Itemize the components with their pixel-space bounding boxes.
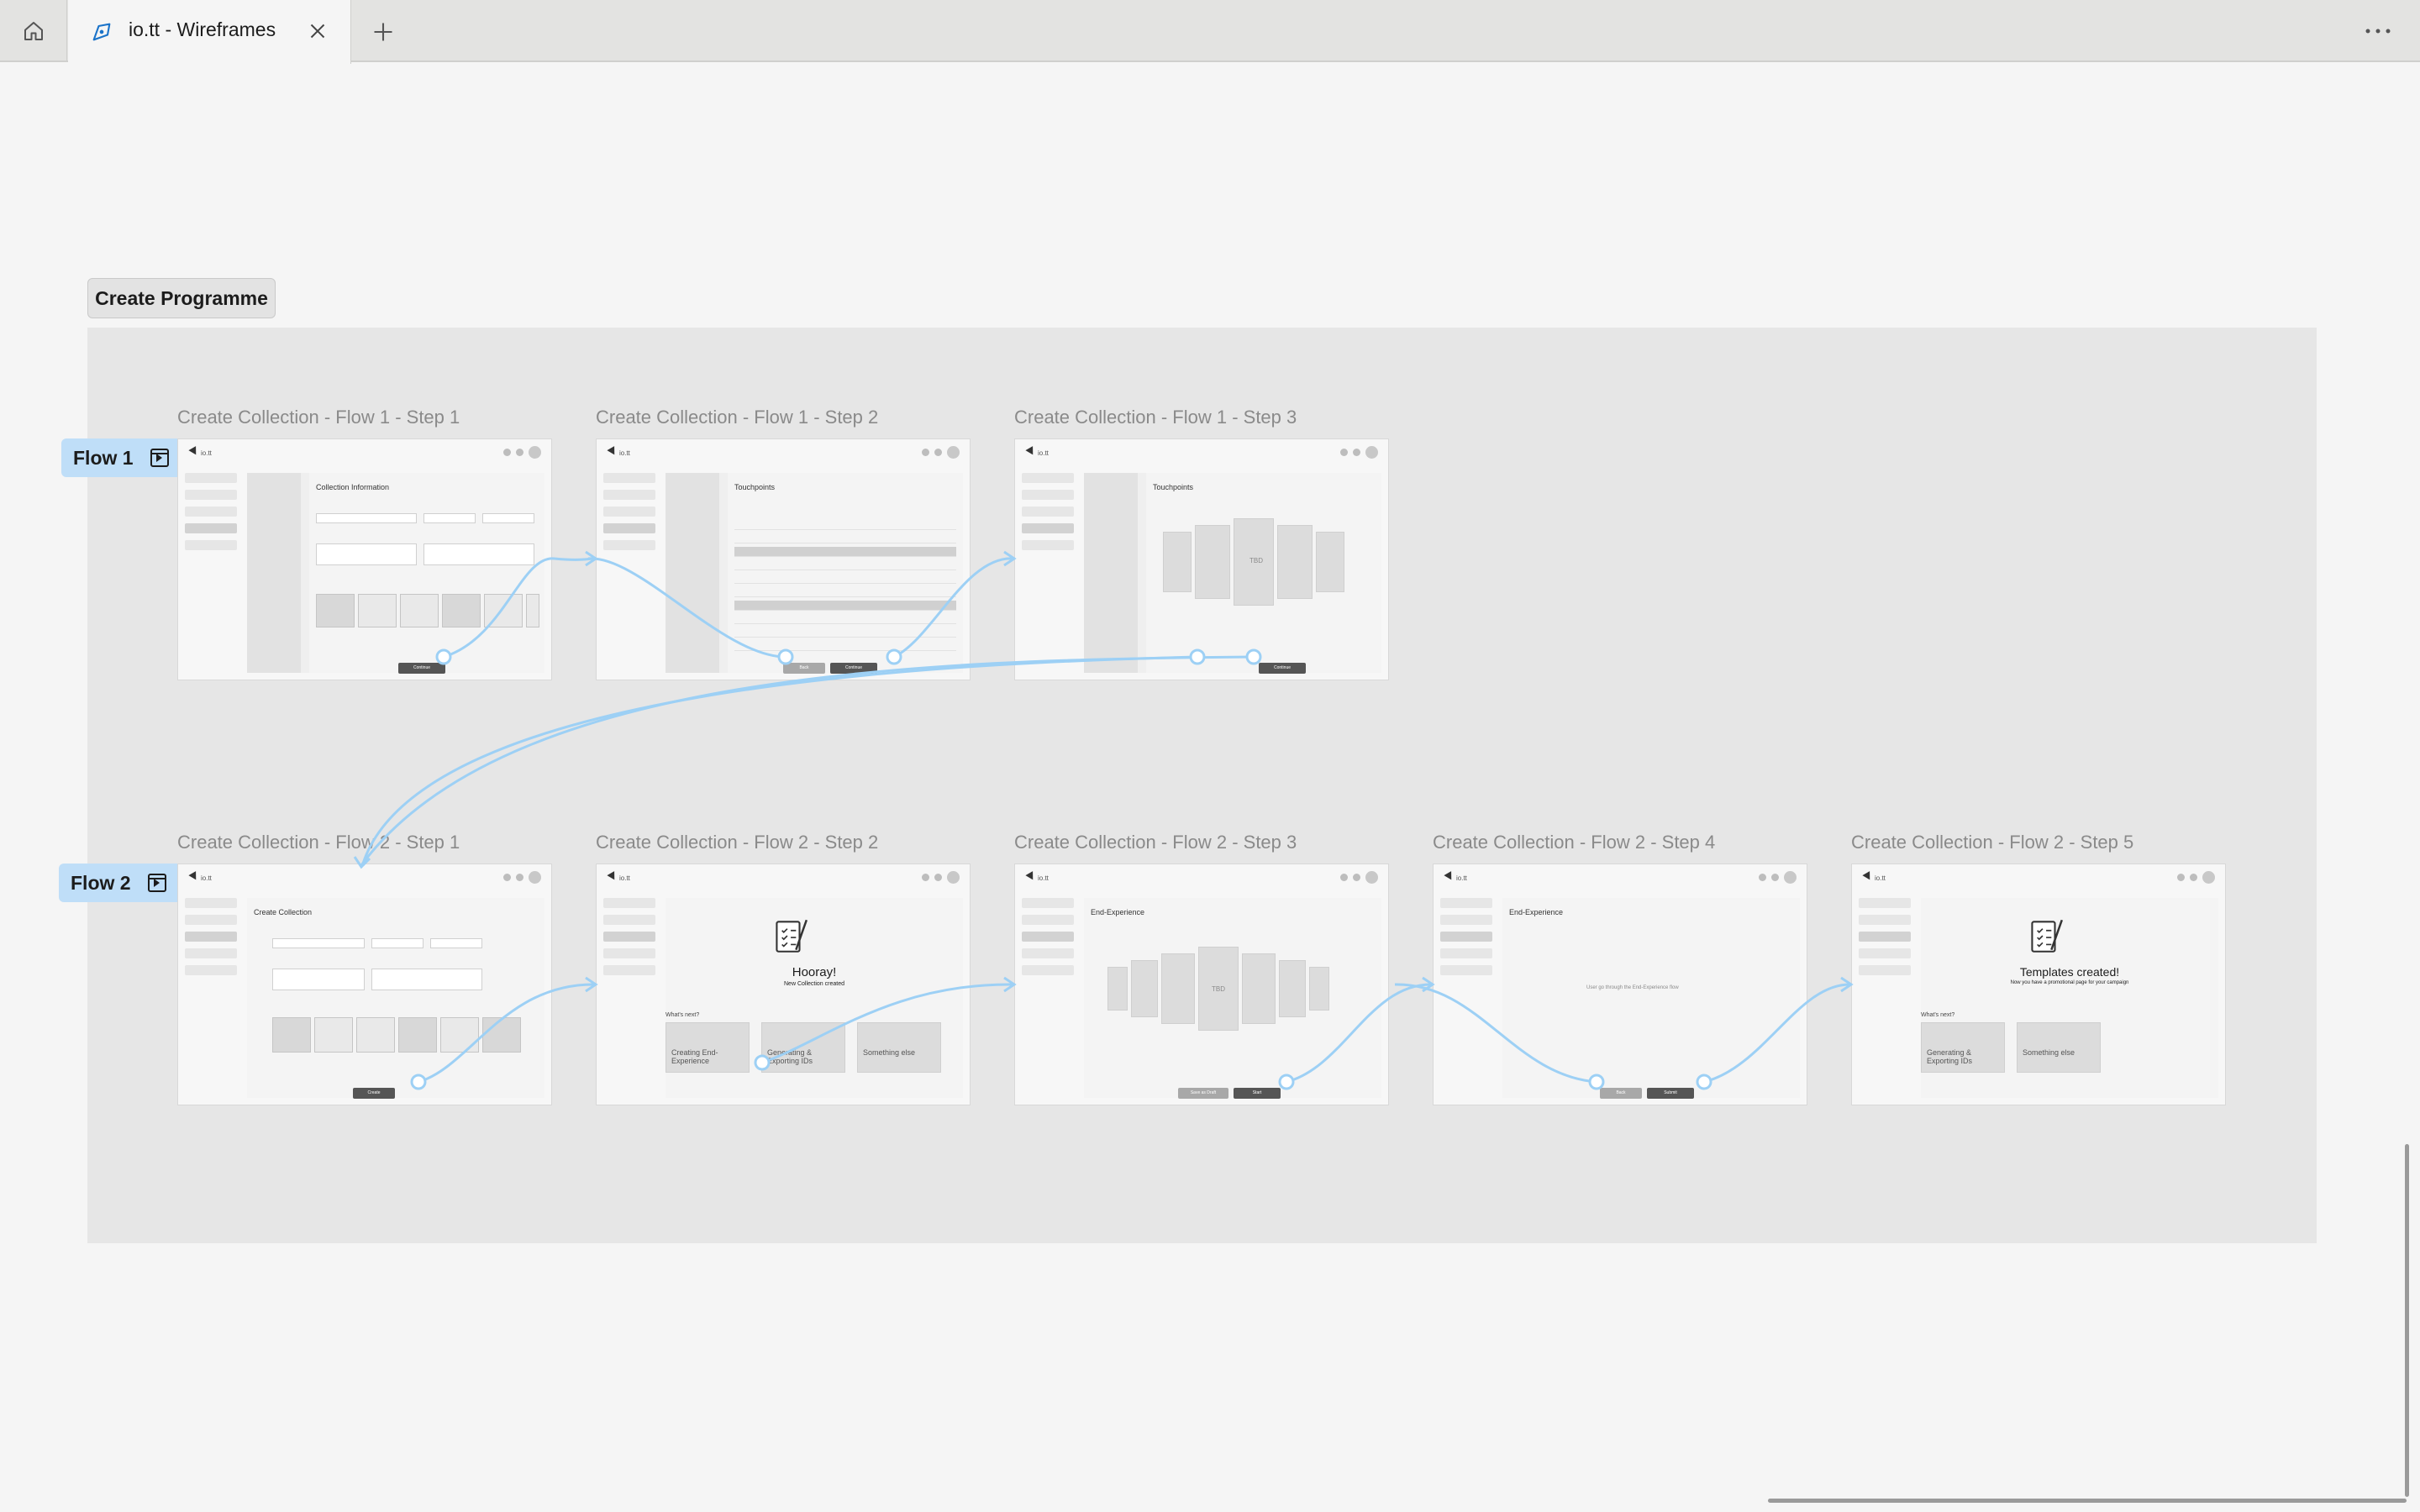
flow-tag-2[interactable]: Flow 2: [59, 864, 179, 902]
figma-pen-icon: [92, 23, 111, 41]
continue-button[interactable]: Continue: [830, 663, 877, 674]
wireframe-frame[interactable]: io.tt Hooray! New Collection created Wha…: [596, 864, 971, 1105]
frame-title[interactable]: Create Collection - Flow 2 - Step 1: [177, 832, 460, 853]
ellipsis-icon[interactable]: [2361, 18, 2395, 44]
start-button[interactable]: Start: [1234, 1088, 1281, 1099]
logo: io.tt: [1027, 873, 1049, 882]
wireframe-frame[interactable]: io.tt Touchpoints Back Continue: [596, 438, 971, 680]
next-card[interactable]: Something else: [2017, 1022, 2101, 1073]
frame-heading: Touchpoints: [734, 483, 776, 491]
wireframe-frame[interactable]: io.tt End-Experience TBD Save as Draft S…: [1014, 864, 1389, 1105]
logo: io.tt: [608, 448, 630, 457]
frame-title[interactable]: Create Collection - Flow 2 - Step 3: [1014, 832, 1297, 853]
tbd-label: TBD: [1212, 985, 1225, 993]
back-button[interactable]: Back: [1600, 1088, 1642, 1099]
wireframe-frame[interactable]: io.tt Collection Information Continue: [177, 438, 552, 680]
whats-next: What's next?: [1921, 1012, 1955, 1018]
close-icon[interactable]: [305, 18, 330, 44]
wireframe-frame[interactable]: io.tt End-Experience User go through the…: [1433, 864, 1807, 1105]
continue-button[interactable]: Continue: [1259, 663, 1306, 674]
frame-title[interactable]: Create Collection - Flow 1 - Step 2: [596, 407, 878, 428]
wireframe-frame[interactable]: io.tt Templates created! Now you have a …: [1851, 864, 2226, 1105]
frame-heading: End-Experience: [1091, 908, 1145, 916]
logo: io.tt: [1864, 873, 1886, 882]
create-button[interactable]: Create: [353, 1088, 395, 1099]
tab-label: io.tt - Wireframes: [129, 18, 276, 40]
flow-tag-label: Flow 1: [73, 446, 134, 469]
whats-next: What's next?: [666, 1012, 700, 1018]
next-card[interactable]: Something else: [857, 1022, 941, 1073]
home-icon: [24, 22, 43, 40]
wireframe-frame[interactable]: io.tt Touchpoints TBD Continue: [1014, 438, 1389, 680]
flow-tag-1[interactable]: Flow 1: [61, 438, 179, 477]
home-button[interactable]: [0, 0, 67, 62]
frame-heading: Collection Information: [316, 483, 390, 491]
flow-tag-label: Flow 2: [71, 871, 131, 894]
logo: io.tt: [1027, 448, 1049, 457]
next-card[interactable]: Generating & Exporting IDs: [1921, 1022, 2005, 1073]
templates-heading: Templates created!: [2019, 965, 2120, 979]
flow-placeholder: User go through the End-Experience flow: [1586, 985, 1679, 990]
frame-title[interactable]: Create Collection - Flow 1 - Step 3: [1014, 407, 1297, 428]
tab-wireframes[interactable]: io.tt - Wireframes: [68, 0, 351, 64]
logo: io.tt: [1445, 873, 1467, 882]
next-card[interactable]: Generating & Exporting IDs: [761, 1022, 845, 1073]
back-button[interactable]: Back: [783, 663, 825, 674]
frame-heading: Create Collection: [254, 908, 313, 916]
next-card[interactable]: Creating End-Experience: [666, 1022, 750, 1073]
frame-heading: Touchpoints: [1153, 483, 1194, 491]
horizontal-scrollbar[interactable]: [1768, 1499, 2407, 1503]
clipboard-checklist-icon: [776, 919, 808, 953]
tab-bar: io.tt - Wireframes: [0, 0, 2420, 64]
logo: io.tt: [190, 873, 212, 882]
hooray-sub: New Collection created: [784, 981, 844, 987]
save-draft-button[interactable]: Save as Draft: [1178, 1088, 1228, 1099]
continue-button[interactable]: Continue: [398, 663, 445, 674]
logo: io.tt: [190, 448, 212, 457]
frame-title[interactable]: Create Collection - Flow 2 - Step 5: [1851, 832, 2133, 853]
plus-icon[interactable]: [368, 17, 398, 47]
clipboard-checklist-icon: [2031, 919, 2064, 953]
logo: io.tt: [608, 873, 630, 882]
play-prototype-icon[interactable]: [150, 449, 169, 467]
frame-heading: End-Experience: [1509, 908, 1564, 916]
frame-title[interactable]: Create Collection - Flow 1 - Step 1: [177, 407, 460, 428]
frame-title[interactable]: Create Collection - Flow 2 - Step 2: [596, 832, 878, 853]
vertical-scrollbar[interactable]: [2405, 1144, 2409, 1497]
templates-sub: Now you have a promotional page for your…: [2010, 980, 2129, 985]
hooray-heading: Hooray!: [792, 965, 837, 979]
submit-button[interactable]: Submit: [1647, 1088, 1694, 1099]
section-label[interactable]: Create Programme: [87, 278, 276, 318]
wireframe-frame[interactable]: io.tt Create Collection Create: [177, 864, 552, 1105]
frame-title[interactable]: Create Collection - Flow 2 - Step 4: [1433, 832, 1715, 853]
play-prototype-icon[interactable]: [147, 874, 166, 892]
tbd-label: TBD: [1249, 557, 1263, 564]
